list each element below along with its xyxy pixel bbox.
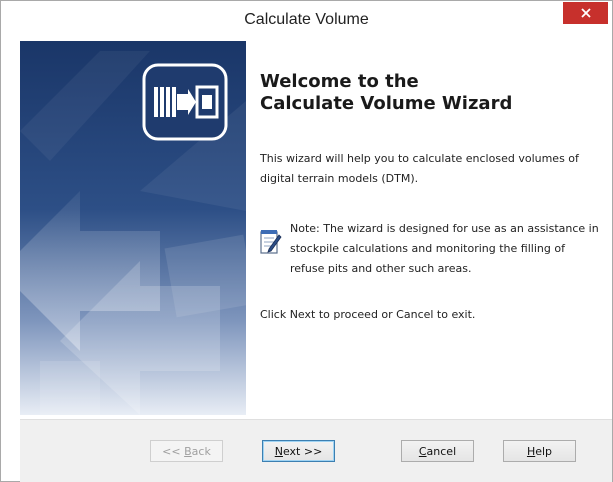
back-accelerator: B	[184, 445, 192, 458]
help-accelerator: H	[526, 445, 536, 458]
welcome-heading: Welcome to the Calculate Volume Wizard	[260, 71, 600, 115]
help-label-rest: elp	[535, 445, 553, 458]
next-button[interactable]: Next >>	[262, 440, 335, 462]
back-label-prefix: <<	[162, 445, 185, 458]
volume-wizard-logo-icon	[142, 63, 228, 141]
button-bar: << Back Next >> Cancel Help	[20, 419, 612, 482]
next-accelerator: N	[274, 445, 283, 458]
help-button[interactable]: Help	[503, 440, 576, 462]
instruction-text: Click Next to proceed or Cancel to exit.	[260, 308, 476, 321]
wizard-content: Welcome to the Calculate Volume Wizard T…	[260, 41, 600, 415]
cancel-label-rest: ancel	[426, 445, 457, 458]
back-label-rest: ack	[191, 445, 211, 458]
wizard-window: Calculate Volume Welcome to the Calculat…	[0, 0, 613, 482]
cancel-button[interactable]: Cancel	[401, 440, 474, 462]
close-icon	[580, 8, 591, 18]
next-label-rest: ext >>	[282, 445, 323, 458]
heading-line-2: Calculate Volume Wizard	[260, 93, 513, 114]
cancel-accelerator: C	[418, 445, 427, 458]
wizard-banner-image	[20, 41, 246, 415]
note-text: Note: The wizard is designed for use as …	[290, 222, 599, 275]
heading-line-1: Welcome to the	[260, 71, 419, 92]
window-title: Calculate Volume	[244, 11, 369, 28]
back-button[interactable]: << Back	[150, 440, 223, 462]
intro-text: This wizard will help you to calculate e…	[260, 152, 579, 185]
close-button[interactable]	[563, 2, 608, 24]
notepad-pencil-icon	[260, 229, 282, 255]
title-bar[interactable]: Calculate Volume	[1, 1, 612, 39]
